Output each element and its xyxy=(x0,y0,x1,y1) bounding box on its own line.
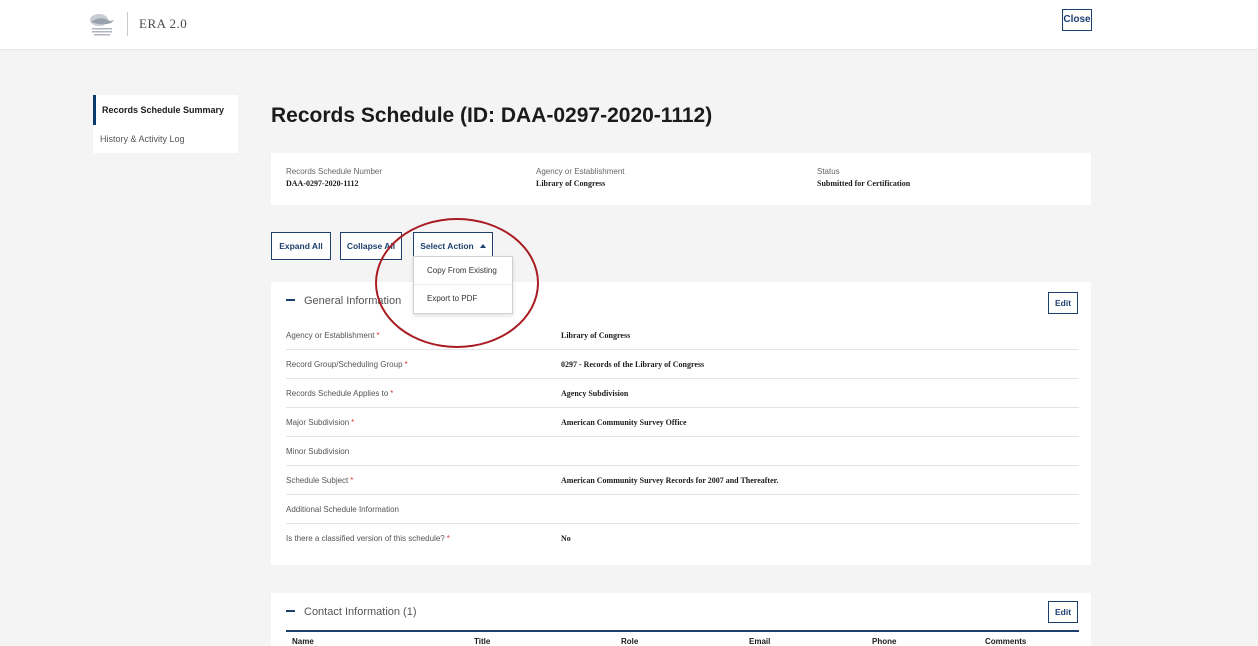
column-header-email: Email xyxy=(749,637,771,646)
general-info-rows: Agency or Establishment * Library of Cong… xyxy=(286,321,1079,553)
menu-item-copy-from-existing[interactable]: Copy From Existing xyxy=(414,257,512,285)
general-information-toggle[interactable]: General Information xyxy=(286,295,401,307)
sidenav-item-records-schedule-summary[interactable]: Records Schedule Summary xyxy=(93,95,238,125)
row-value: Agency Subdivision xyxy=(561,389,629,398)
table-row: Major Subdivision * American Community Su… xyxy=(286,408,1079,437)
caret-up-icon xyxy=(479,243,486,248)
row-label: Agency or Establishment * xyxy=(286,331,380,340)
app-title: ERA 2.0 xyxy=(139,16,188,31)
row-label: Additional Schedule Information xyxy=(286,505,399,514)
header-divider xyxy=(127,12,128,36)
contact-information-section: Contact Information (1) Edit Name Title … xyxy=(271,593,1091,646)
row-label: Record Group/Scheduling Group * xyxy=(286,360,408,369)
select-action-dropdown: Copy From Existing Export to PDF xyxy=(413,256,513,314)
required-marker: * xyxy=(390,389,394,398)
agency-label: Agency or Establishment xyxy=(536,167,625,176)
status-value: Submitted for Certification xyxy=(817,179,911,188)
close-button[interactable]: Close xyxy=(1062,9,1092,31)
collapse-all-button[interactable]: Collapse All xyxy=(340,232,402,260)
table-row: Additional Schedule Information xyxy=(286,495,1079,524)
summary-status: Status Submitted for Certification xyxy=(817,167,910,188)
summary-schedule-number: Records Schedule Number DAA-0297-2020-11… xyxy=(286,167,382,188)
archives-logo-icon xyxy=(90,14,114,36)
agency-value: Library of Congress xyxy=(536,179,606,188)
required-marker: * xyxy=(404,360,408,369)
table-row: Agency or Establishment * Library of Cong… xyxy=(286,321,1079,350)
table-row: Records Schedule Applies to * Agency Subd… xyxy=(286,379,1079,408)
page-title: Records Schedule (ID: DAA-0297-2020-1112… xyxy=(271,104,713,127)
required-marker: * xyxy=(350,476,354,485)
table-row: Schedule Subject * American Community Sur… xyxy=(286,466,1079,495)
required-marker: * xyxy=(351,418,355,427)
column-header-role: Role xyxy=(621,637,639,646)
summary-card: Records Schedule Number DAA-0297-2020-11… xyxy=(271,153,1091,205)
sidenav-item-history-activity-log[interactable]: History & Activity Log xyxy=(93,125,238,153)
status-label: Status xyxy=(817,167,840,176)
row-value: American Community Survey Records for 20… xyxy=(561,476,779,485)
contact-information-toggle[interactable]: Contact Information (1) xyxy=(286,606,417,618)
row-label: Schedule Subject * xyxy=(286,476,354,485)
schedule-number-value: DAA-0297-2020-1112 xyxy=(286,179,359,188)
side-navigation: Records Schedule Summary History & Activ… xyxy=(93,95,238,153)
collapse-minus-icon xyxy=(286,299,295,302)
app-header: ERA 2.0 Close xyxy=(0,0,1258,50)
table-row: Record Group/Scheduling Group * 0297 - Re… xyxy=(286,350,1079,379)
column-header-title: Title xyxy=(474,637,491,646)
table-row: Is there a classified version of this sc… xyxy=(286,524,1079,553)
row-label: Major Subdivision * xyxy=(286,418,355,427)
expand-all-button[interactable]: Expand All xyxy=(271,232,331,260)
row-label: Minor Subdivision xyxy=(286,447,350,456)
row-value: Library of Congress xyxy=(561,331,631,340)
table-row: Minor Subdivision xyxy=(286,437,1079,466)
column-header-comments: Comments xyxy=(985,637,1027,646)
general-information-section: General Information Edit Agency or Estab… xyxy=(271,282,1091,565)
schedule-number-label: Records Schedule Number xyxy=(286,167,383,176)
general-information-title: General Information xyxy=(304,295,402,307)
contact-edit-button[interactable]: Edit xyxy=(1048,601,1078,623)
general-edit-button[interactable]: Edit xyxy=(1048,292,1078,314)
select-action-label: Select Action xyxy=(420,241,474,251)
required-marker: * xyxy=(446,534,450,543)
row-label: Is there a classified version of this sc… xyxy=(286,534,450,543)
menu-item-export-to-pdf[interactable]: Export to PDF xyxy=(414,285,512,313)
required-marker: * xyxy=(376,331,380,340)
summary-agency: Agency or Establishment Library of Congr… xyxy=(536,167,625,188)
contact-information-title: Contact Information (1) xyxy=(304,606,417,618)
row-value: No xyxy=(561,534,571,543)
contact-divider xyxy=(286,630,1079,632)
row-value: American Community Survey Office xyxy=(561,418,687,427)
collapse-minus-icon xyxy=(286,610,295,613)
column-header-name: Name xyxy=(292,637,314,646)
row-value: 0297 - Records of the Library of Congres… xyxy=(561,360,705,369)
column-header-phone: Phone xyxy=(872,637,897,646)
row-label: Records Schedule Applies to * xyxy=(286,389,394,398)
